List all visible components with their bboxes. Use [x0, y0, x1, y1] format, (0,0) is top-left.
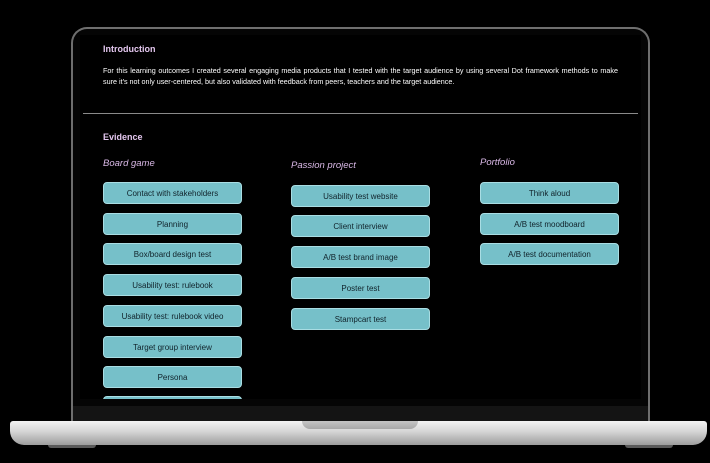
- evidence-button[interactable]: Stampcart test: [291, 308, 430, 330]
- evidence-button[interactable]: A/B test brand image: [291, 246, 430, 268]
- column-title-board-game: Board game: [103, 158, 155, 169]
- intro-paragraph: For this learning outcomes I created sev…: [103, 66, 618, 86]
- evidence-heading: Evidence: [103, 132, 143, 142]
- evidence-button[interactable]: Persona: [103, 366, 242, 388]
- column-title-portfolio: Portfolio: [480, 157, 515, 168]
- column-title-passion-project: Passion project: [291, 160, 356, 171]
- intro-heading: Introduction: [103, 44, 156, 54]
- evidence-button[interactable]: Contact with stakeholders: [103, 182, 242, 204]
- evidence-button[interactable]: Think aloud: [480, 182, 619, 204]
- screen: Introduction For this learning outcomes …: [80, 35, 641, 399]
- evidence-button[interactable]: A/B test moodboard: [480, 213, 619, 235]
- evidence-button[interactable]: Usability test website: [291, 185, 430, 207]
- evidence-button[interactable]: Client interview: [291, 215, 430, 237]
- laptop-foot: [48, 445, 96, 448]
- laptop-notch: [302, 421, 418, 429]
- evidence-button[interactable]: Usability test: rulebook video: [103, 305, 242, 327]
- laptop-foot: [625, 445, 673, 448]
- evidence-button[interactable]: Box/board design test: [103, 243, 242, 265]
- evidence-button[interactable]: Target group interview: [103, 336, 242, 358]
- section-divider: [83, 113, 638, 114]
- screen-bezel-bottom: [73, 406, 648, 422]
- evidence-button[interactable]: Planning: [103, 213, 242, 235]
- evidence-button[interactable]: Poster test: [291, 277, 430, 299]
- evidence-button[interactable]: Usability test: rulebook: [103, 274, 242, 296]
- evidence-button-partial[interactable]: [103, 396, 242, 399]
- evidence-button[interactable]: A/B test documentation: [480, 243, 619, 265]
